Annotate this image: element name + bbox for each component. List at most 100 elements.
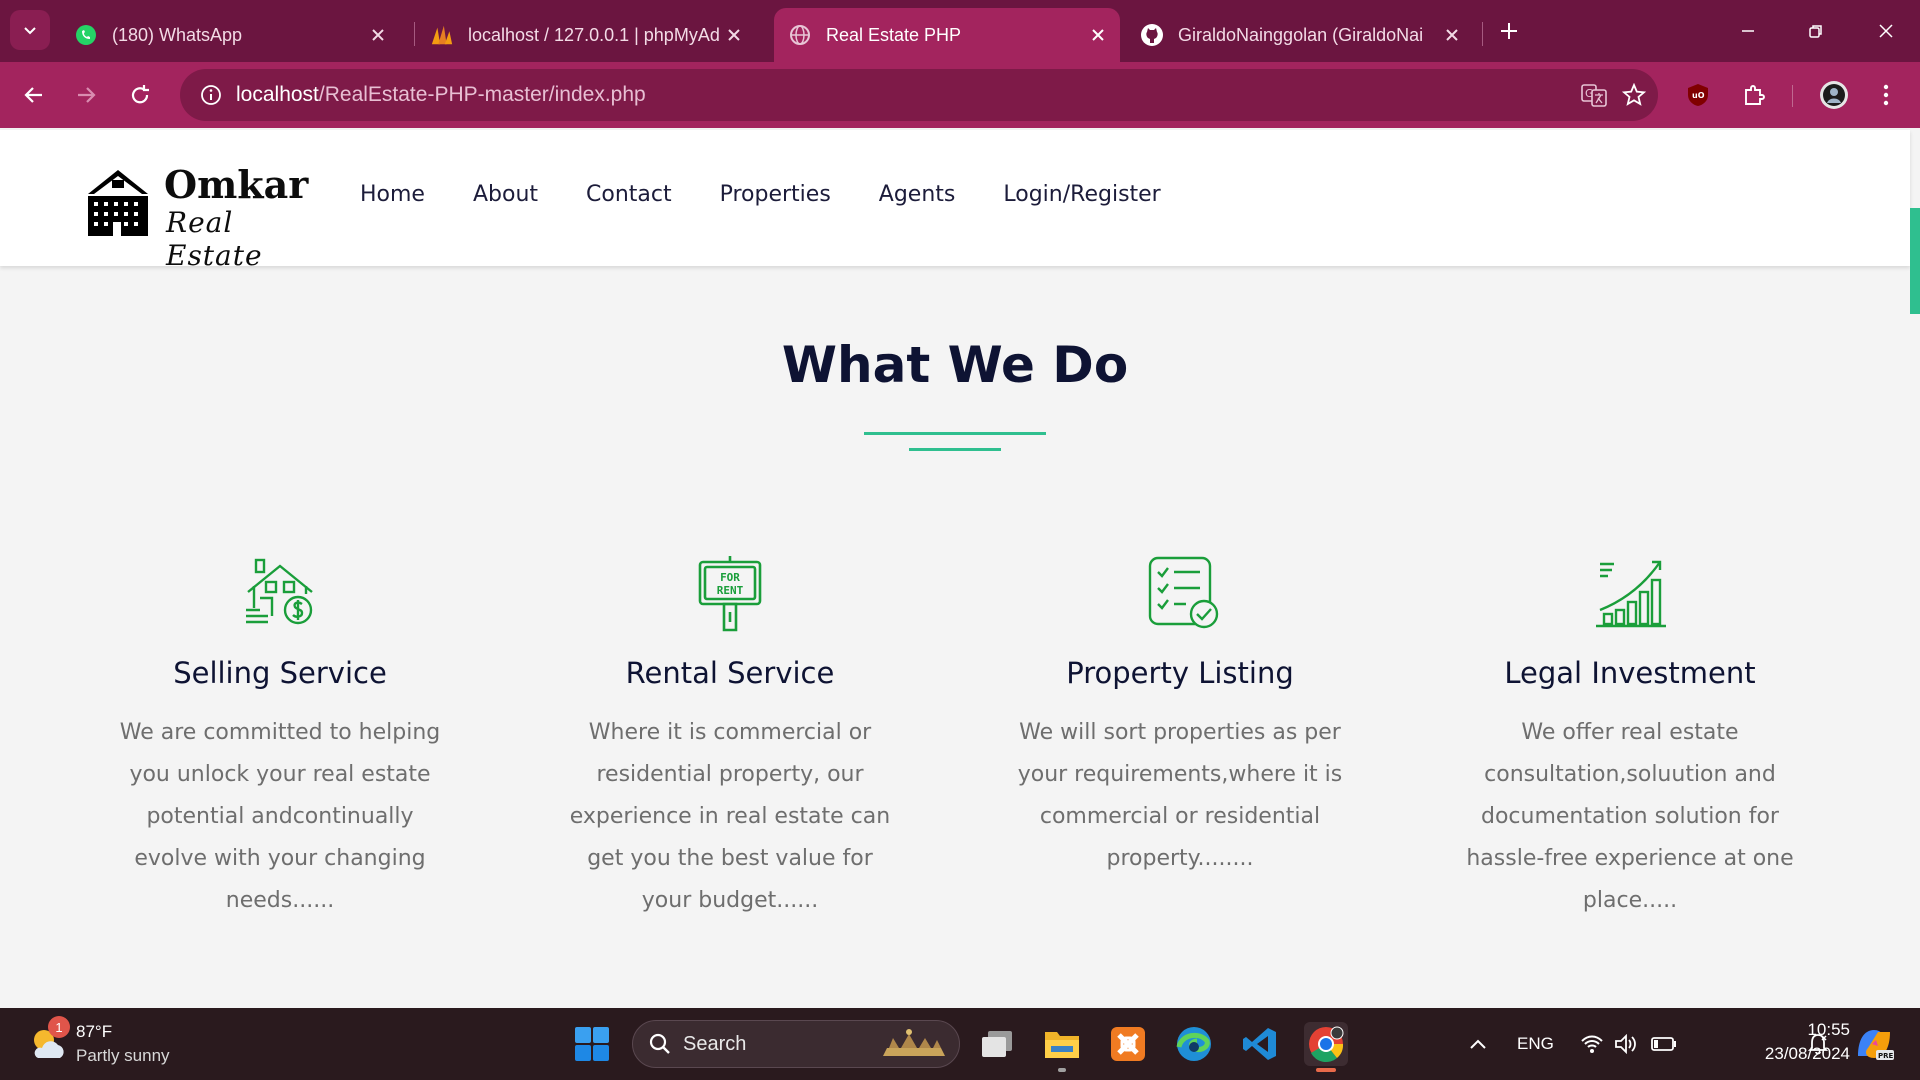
site-logo[interactable]: Omkar Real Estate [82, 162, 312, 272]
service-rental: FOR RENT Rental Service Where it is comm… [550, 552, 910, 922]
tab-divider [414, 22, 415, 46]
nav-home[interactable]: Home [360, 182, 425, 207]
service-description: Where it is commercial or residential pr… [569, 720, 891, 913]
profile-avatar[interactable] [1814, 75, 1854, 115]
windows-logo-icon [575, 1027, 609, 1061]
show-hidden-icons-chevron-up-icon[interactable] [1456, 1022, 1500, 1066]
nav-about[interactable]: About [473, 182, 538, 207]
close-icon[interactable] [1438, 21, 1466, 49]
service-title: Legal Investment [1504, 656, 1756, 690]
browser-toolbar: localhost/RealEstate-PHP-master/index.ph… [0, 62, 1920, 128]
back-button[interactable] [14, 75, 54, 115]
service-description: We are committed to helping you unlock y… [119, 720, 441, 913]
task-view-icon[interactable] [976, 1022, 1020, 1066]
page-scrollbar[interactable] [1910, 208, 1920, 314]
svg-text:PRE: PRE [1878, 1052, 1894, 1060]
close-window-button[interactable] [1866, 14, 1906, 48]
house-sale-icon [240, 552, 320, 632]
phpmyadmin-icon [430, 23, 454, 47]
arrow-right-icon [78, 87, 96, 103]
site-info-icon[interactable] [186, 84, 236, 106]
translate-icon[interactable]: G [1574, 75, 1614, 115]
notifications-bell-icon[interactable] [1796, 1022, 1840, 1066]
site-header: Omkar Real Estate Home About Contact Pro… [0, 130, 1910, 272]
svg-text:uO: uO [1692, 91, 1705, 100]
edge-browser-icon[interactable] [1172, 1022, 1216, 1066]
section-title: What We Do [781, 336, 1129, 394]
tab-title: localhost / 127.0.0.1 | phpMyAd [468, 24, 720, 45]
taskbar-search[interactable]: Search [632, 1020, 960, 1068]
url-path: /RealEstate-PHP-master/index.php [318, 83, 646, 106]
minimize-icon [1742, 30, 1754, 32]
close-icon[interactable] [1084, 21, 1112, 49]
reload-icon [131, 85, 149, 104]
for-rent-sign-icon: FOR RENT [690, 552, 770, 632]
chrome-icon[interactable] [1304, 1022, 1348, 1066]
minimize-button[interactable] [1728, 14, 1768, 48]
weather-temperature: 87°F [76, 1022, 113, 1041]
tab-phpmyadmin[interactable]: localhost / 127.0.0.1 | phpMyAd [416, 8, 756, 62]
nav-properties[interactable]: Properties [720, 182, 831, 207]
start-button[interactable] [570, 1022, 614, 1066]
battery-icon[interactable] [1642, 1022, 1686, 1066]
xampp-icon[interactable] [1106, 1022, 1150, 1066]
browser-tab-bar: (180) WhatsApp localhost / 127.0.0.1 | p… [0, 0, 1920, 62]
chevron-down-icon [24, 27, 36, 35]
tab-title: GiraldoNainggolan (GiraldoNai [1178, 24, 1424, 45]
tab-title: (180) WhatsApp [112, 24, 243, 45]
extensions-puzzle-icon[interactable] [1734, 75, 1774, 115]
weather-condition: Partly sunny [76, 1046, 170, 1065]
tab-search-button[interactable] [10, 10, 50, 50]
logo-subtitle: Real Estate [166, 206, 263, 272]
nav-contact[interactable]: Contact [586, 182, 672, 207]
main-nav: Home About Contact Properties Agents Log… [360, 182, 1209, 207]
vscode-icon[interactable] [1238, 1022, 1282, 1066]
service-selling: Selling Service We are committed to help… [100, 552, 460, 922]
nav-agents[interactable]: Agents [879, 182, 956, 207]
github-icon [1140, 23, 1164, 47]
nav-login-register[interactable]: Login/Register [1003, 182, 1160, 207]
arrow-left-icon [24, 87, 42, 103]
app-active-indicator [1316, 1068, 1336, 1072]
tab-real-estate[interactable]: Real Estate PHP [774, 8, 1120, 62]
globe-icon [788, 23, 812, 47]
forward-button[interactable] [66, 75, 106, 115]
language-indicator[interactable]: ENG [1517, 1034, 1554, 1054]
address-bar[interactable]: localhost/RealEstate-PHP-master/index.ph… [180, 69, 1658, 121]
search-icon [649, 1033, 670, 1054]
windows-taskbar: 1 87°F Partly sunny Search ENG 10:55 23/… [0, 1008, 1920, 1080]
tab-title: Real Estate PHP [826, 24, 962, 45]
service-description: We will sort properties as per your requ… [1017, 720, 1343, 871]
service-title: Rental Service [625, 656, 835, 690]
service-title: Property Listing [1066, 656, 1294, 690]
for-rent-line1: FOR [720, 571, 740, 584]
search-label: Search [683, 1032, 747, 1055]
restore-button[interactable] [1796, 14, 1836, 48]
new-tab-button[interactable] [1492, 14, 1526, 48]
restore-icon [1809, 25, 1822, 38]
service-description: We offer real estate consultation,soluut… [1466, 720, 1794, 913]
file-explorer-icon[interactable] [1040, 1022, 1084, 1066]
more-menu-icon[interactable] [1866, 75, 1906, 115]
close-icon[interactable] [720, 21, 748, 49]
for-rent-line2: RENT [717, 584, 744, 597]
notification-badge: 1 [48, 1016, 70, 1038]
service-investment: Legal Investment We offer real estate co… [1450, 552, 1810, 922]
ublock-extension-icon[interactable]: uO [1678, 75, 1718, 115]
copilot-icon[interactable]: PRE [1852, 1022, 1896, 1066]
service-listing: Property Listing We will sort properties… [1000, 552, 1360, 880]
close-icon[interactable] [364, 21, 392, 49]
app-running-indicator [1058, 1068, 1066, 1072]
reload-button[interactable] [120, 75, 160, 115]
tab-whatsapp[interactable]: (180) WhatsApp [60, 8, 400, 62]
tab-divider [1482, 22, 1483, 46]
building-icon [88, 170, 148, 236]
close-icon [1879, 24, 1893, 38]
tab-github[interactable]: GiraldoNainggolan (GiraldoNai [1126, 8, 1474, 62]
service-title: Selling Service [173, 656, 387, 690]
weather-widget[interactable]: 1 87°F Partly sunny [28, 1016, 188, 1068]
logo-name: Omkar [164, 162, 309, 207]
bookmark-star-icon[interactable] [1614, 75, 1654, 115]
whatsapp-icon [74, 23, 98, 47]
search-highlight-icon [883, 1029, 945, 1056]
